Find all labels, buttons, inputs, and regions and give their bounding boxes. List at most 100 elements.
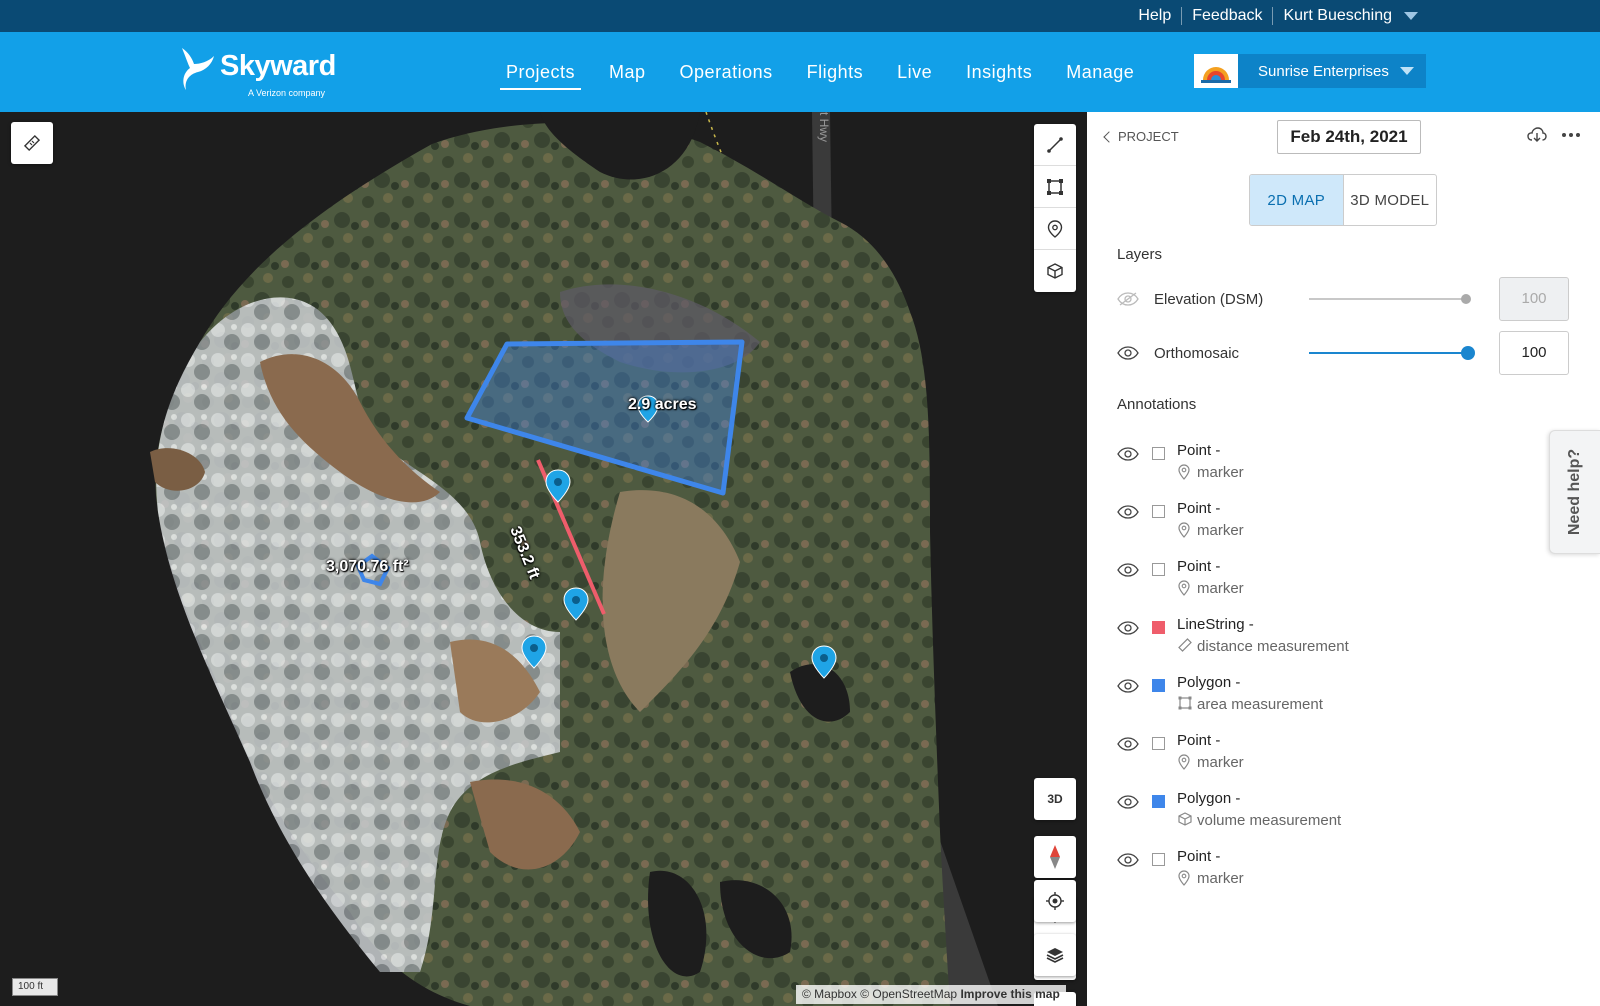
- annotation-color-swatch[interactable]: [1152, 795, 1165, 808]
- attribution-text[interactable]: © Mapbox © OpenStreetMap: [802, 987, 957, 1001]
- draw-volume-button[interactable]: [1034, 250, 1076, 292]
- annotation-type: Polygon -: [1177, 674, 1241, 691]
- line-tool-icon: [1047, 136, 1063, 153]
- nav-manage[interactable]: Manage: [1066, 32, 1134, 112]
- draw-line-button[interactable]: [1034, 124, 1076, 166]
- map-attribution: © Mapbox © OpenStreetMap Improve this ma…: [796, 985, 1066, 1004]
- user-name: Kurt Buesching: [1283, 7, 1392, 24]
- more-options-icon[interactable]: [1561, 132, 1581, 138]
- eye-icon[interactable]: [1117, 447, 1139, 461]
- annotation-color-swatch[interactable]: [1152, 679, 1165, 692]
- annotation-type: LineString -: [1177, 616, 1254, 633]
- need-help-tab[interactable]: Need help?: [1549, 430, 1600, 554]
- annotation-item[interactable]: Point - marker: [1117, 558, 1517, 604]
- orthomosaic-imagery: [150, 112, 998, 1006]
- eye-hidden-icon[interactable]: [1117, 292, 1139, 306]
- annotation-item[interactable]: LineString - distance measurement: [1117, 616, 1517, 662]
- layers-button[interactable]: [1034, 934, 1076, 976]
- toggle-3d-button[interactable]: 3D: [1034, 778, 1076, 820]
- eye-icon[interactable]: [1117, 795, 1139, 809]
- cloud-download-icon[interactable]: [1527, 127, 1547, 143]
- eye-icon[interactable]: [1117, 563, 1139, 577]
- area-label: 2.9 acres: [628, 396, 697, 413]
- improve-map-link[interactable]: Improve this map: [960, 987, 1059, 1001]
- annotation-type: Point -: [1177, 558, 1221, 575]
- measure-tool-button[interactable]: [11, 122, 53, 164]
- view-mode-toggle: 2D MAP 3D MODEL: [1249, 174, 1437, 226]
- annotation-item[interactable]: Point - marker: [1117, 442, 1517, 488]
- draw-polygon-button[interactable]: [1034, 166, 1076, 208]
- slider-handle[interactable]: [1461, 346, 1475, 360]
- annotation-type: Polygon -: [1177, 790, 1241, 807]
- chevron-down-icon: [1400, 67, 1414, 75]
- user-menu[interactable]: Kurt Buesching: [1273, 7, 1428, 25]
- eye-icon[interactable]: [1117, 853, 1139, 867]
- nav-flights[interactable]: Flights: [807, 32, 864, 112]
- annotation-item[interactable]: Point - marker: [1117, 500, 1517, 546]
- eye-icon[interactable]: [1117, 679, 1139, 693]
- annotation-description: marker: [1197, 522, 1244, 539]
- nav-operations[interactable]: Operations: [680, 32, 773, 112]
- utility-bar: Help Feedback Kurt Buesching: [0, 0, 1600, 32]
- annotation-type: Point -: [1177, 442, 1221, 459]
- need-help-label: Need help?: [1566, 448, 1583, 536]
- annotation-item[interactable]: Point - marker: [1117, 848, 1517, 894]
- annotation-color-swatch[interactable]: [1152, 621, 1165, 634]
- annotation-checkbox[interactable]: [1152, 853, 1165, 866]
- eye-icon[interactable]: [1117, 737, 1139, 751]
- layer-elevation-opacity-slider[interactable]: [1309, 294, 1471, 304]
- scale-bar: 100 ft: [12, 978, 58, 996]
- compass-icon: [1050, 845, 1060, 869]
- eye-icon[interactable]: [1117, 621, 1139, 635]
- marker-icon: [1178, 870, 1190, 886]
- chevron-down-icon: [1404, 12, 1418, 20]
- cube-icon: [1047, 263, 1063, 279]
- nav-insights[interactable]: Insights: [966, 32, 1032, 112]
- tab-2d-map[interactable]: 2D MAP: [1250, 175, 1344, 225]
- area-icon: [1178, 696, 1192, 710]
- org-name: Sunrise Enterprises: [1258, 62, 1389, 80]
- help-link[interactable]: Help: [1128, 7, 1183, 25]
- tab-3d-model[interactable]: 3D MODEL: [1344, 175, 1437, 225]
- annotation-checkbox[interactable]: [1152, 563, 1165, 576]
- annotation-description: distance measurement: [1197, 638, 1349, 655]
- annotation-item[interactable]: Polygon - volume measurement: [1117, 790, 1517, 836]
- annotation-checkbox[interactable]: [1152, 505, 1165, 518]
- compass-button[interactable]: [1034, 836, 1076, 878]
- nav-projects[interactable]: Projects: [499, 32, 582, 112]
- annotation-description: marker: [1197, 754, 1244, 771]
- annotation-description: volume measurement: [1197, 812, 1342, 829]
- annotation-type: Point -: [1177, 500, 1221, 517]
- layer-orthomosaic-opacity-slider[interactable]: [1309, 346, 1475, 360]
- layer-orthomosaic-opacity-input[interactable]: 100: [1499, 331, 1569, 375]
- date-selector[interactable]: Feb 24th, 2021: [1277, 120, 1421, 154]
- annotation-item[interactable]: Polygon - area measurement: [1117, 674, 1517, 720]
- recenter-button[interactable]: [1034, 880, 1076, 922]
- slider-handle[interactable]: [1461, 294, 1471, 304]
- nav-live[interactable]: Live: [897, 32, 932, 112]
- panel-actions: [1527, 127, 1581, 143]
- draw-point-button[interactable]: [1034, 208, 1076, 250]
- nav-map[interactable]: Map: [609, 32, 646, 112]
- brand-name: Skyward: [220, 50, 336, 82]
- feedback-link[interactable]: Feedback: [1182, 7, 1274, 25]
- annotation-description: area measurement: [1197, 696, 1323, 713]
- polygon-tool-icon: [1047, 178, 1063, 195]
- back-to-project[interactable]: PROJECT: [1103, 129, 1179, 144]
- layer-elevation-name: Elevation (DSM): [1154, 290, 1264, 308]
- layers-icon: [1046, 948, 1064, 963]
- eye-icon[interactable]: [1117, 346, 1139, 360]
- back-label: PROJECT: [1118, 129, 1179, 144]
- brand-tagline: A Verizon company: [248, 88, 326, 98]
- skyward-logo[interactable]: Skyward A Verizon company: [176, 40, 346, 104]
- map-canvas[interactable]: st Hwy 2.9 acres 353.2 ft 3,070.76 ft² 3…: [0, 112, 1087, 1006]
- cube-icon: [1178, 812, 1192, 826]
- annotations-title: Annotations: [1117, 396, 1197, 413]
- annotation-checkbox[interactable]: [1152, 447, 1165, 460]
- annotation-item[interactable]: Point - marker: [1117, 732, 1517, 778]
- eye-icon[interactable]: [1117, 505, 1139, 519]
- crosshair-icon: [1046, 892, 1064, 910]
- ruler-icon: [23, 134, 41, 152]
- org-switcher[interactable]: Sunrise Enterprises: [1194, 54, 1426, 88]
- annotation-checkbox[interactable]: [1152, 737, 1165, 750]
